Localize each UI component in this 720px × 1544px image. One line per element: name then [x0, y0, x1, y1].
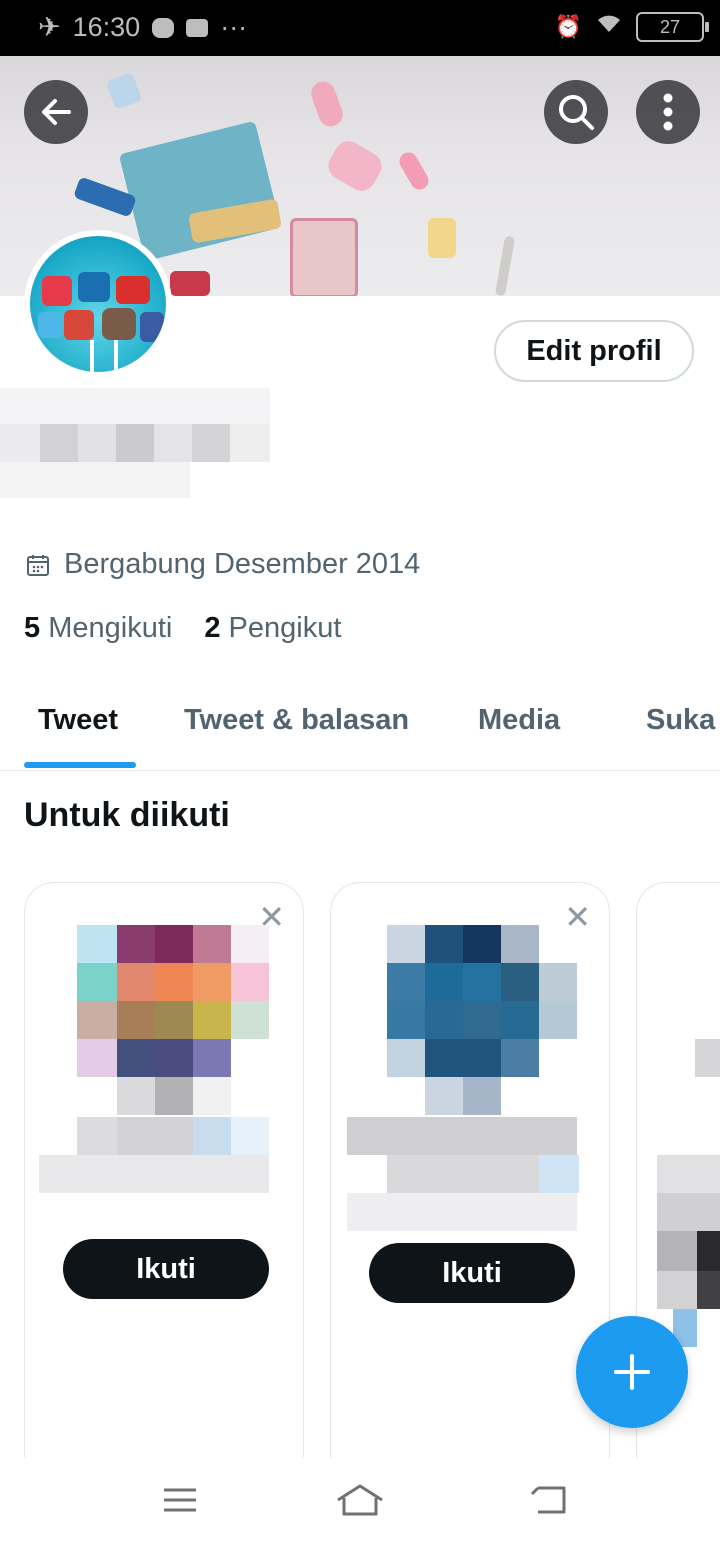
more-vertical-icon — [663, 93, 673, 131]
following-label: Mengikuti — [48, 612, 173, 644]
home-icon — [337, 1484, 383, 1516]
joined-text: Bergabung Desember 2014 — [64, 548, 421, 580]
system-navigation-bar — [0, 1458, 720, 1544]
profile-name-redacted — [0, 388, 270, 498]
battery-icon: 27 — [636, 12, 709, 42]
followers-link[interactable]: 2 Pengikut — [204, 612, 341, 645]
menu-icon — [164, 1488, 196, 1512]
search-button[interactable] — [544, 80, 608, 144]
arrow-left-icon — [42, 99, 71, 125]
suggestion-card[interactable]: ✕ Ikuti — [330, 882, 610, 1482]
more-options-button[interactable] — [636, 80, 700, 144]
status-bar: ✈ 16:30 ··· ⏰ 27 — [0, 0, 720, 56]
active-tab-indicator — [24, 762, 136, 768]
tab-tweet[interactable]: Tweet — [38, 704, 118, 737]
alarm-icon: ⏰ — [554, 14, 582, 39]
back-icon — [530, 1486, 566, 1514]
youtube-icon — [186, 18, 209, 37]
calendar-icon — [27, 554, 49, 576]
follow-button[interactable]: Ikuti — [63, 1239, 269, 1299]
follow-button[interactable]: Ikuti — [369, 1243, 575, 1303]
tab-likes[interactable]: Suka — [646, 704, 715, 737]
status-more-dots: ··· — [220, 12, 248, 42]
recent-apps-button[interactable] — [162, 1482, 198, 1523]
status-time: 16:30 — [72, 12, 141, 42]
suggestion-card[interactable]: ✕ Ikuti — [24, 882, 304, 1482]
followers-count: 2 — [204, 612, 221, 644]
suggestions-title: Untuk diikuti — [24, 796, 230, 834]
profile-tabs: Tweet Tweet & balasan Media Suka — [0, 680, 720, 771]
following-link[interactable]: 5 Mengikuti — [24, 612, 172, 645]
tab-media[interactable]: Media — [478, 704, 560, 737]
airplane-icon: ✈ — [38, 12, 61, 42]
plus-icon — [614, 1354, 650, 1390]
follow-stats: 5 Mengikuti 2 Pengikut — [24, 612, 341, 645]
edit-profile-button[interactable]: Edit profil — [494, 320, 694, 382]
profile-avatar[interactable] — [24, 230, 172, 378]
following-count: 5 — [24, 612, 41, 644]
dismiss-suggestion-button[interactable]: ✕ — [564, 901, 591, 933]
joined-date: Bergabung Desember 2014 — [26, 548, 420, 581]
followers-label: Pengikut — [228, 612, 342, 644]
wifi-icon — [596, 14, 622, 40]
search-icon — [559, 95, 594, 130]
compose-tweet-button[interactable] — [576, 1316, 688, 1428]
tab-tweet-replies[interactable]: Tweet & balasan — [184, 704, 409, 737]
back-nav-button[interactable] — [530, 1482, 568, 1523]
home-button[interactable] — [336, 1482, 384, 1523]
avatar-image — [30, 236, 166, 372]
back-button[interactable] — [24, 80, 88, 144]
line-app-icon — [152, 17, 175, 38]
